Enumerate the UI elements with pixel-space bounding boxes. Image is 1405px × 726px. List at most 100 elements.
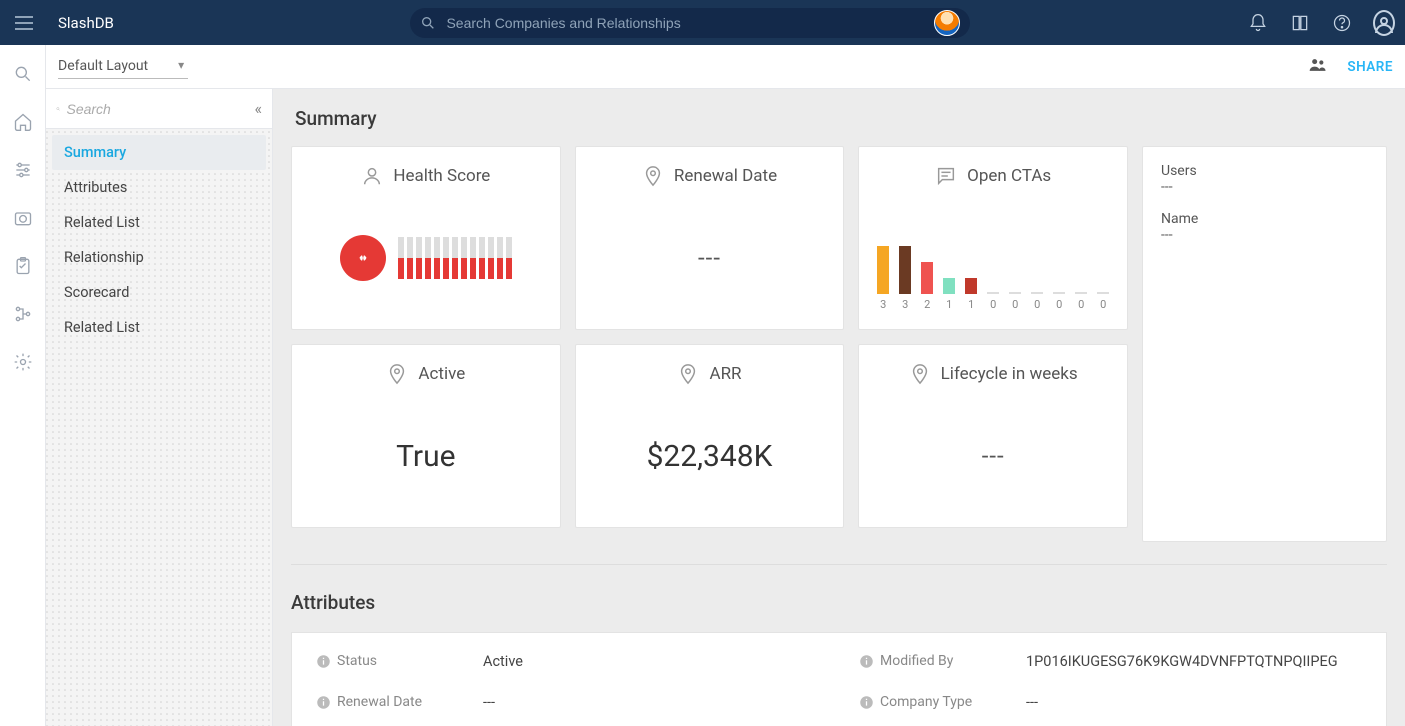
pin-icon	[909, 363, 931, 385]
left-rail	[0, 45, 46, 726]
profile-icon[interactable]	[1373, 12, 1395, 34]
attribute-row: Status Active	[316, 653, 819, 670]
nav-item-attributes[interactable]: Attributes	[52, 170, 266, 205]
section-nav-panel: « Summary Attributes Related List Relati…	[46, 89, 273, 726]
card-open-ctas[interactable]: Open CTAs 33211000000	[858, 146, 1128, 330]
chat-icon	[935, 165, 957, 187]
nav-item-summary[interactable]: Summary	[52, 135, 266, 170]
book-icon[interactable]	[1289, 12, 1311, 34]
side-users-value: ---	[1161, 179, 1368, 195]
share-button[interactable]: SHARE	[1347, 59, 1393, 75]
pin-icon	[642, 165, 664, 187]
pin-icon	[677, 363, 699, 385]
cta-bar	[1097, 292, 1109, 294]
cta-bar-label: 1	[968, 298, 974, 311]
card-title: ARR	[709, 364, 741, 384]
rail-home-icon[interactable]	[12, 111, 34, 133]
cta-bar	[877, 246, 889, 294]
cta-bar-label: 0	[1100, 298, 1106, 311]
people-icon[interactable]	[1307, 55, 1329, 79]
attribute-value: 1P016IKUGESG76K9KGW4DVNFPTQTNPQIIPEG	[1026, 653, 1338, 670]
cta-bar	[1031, 292, 1043, 294]
card-value: $22,348K	[647, 439, 773, 474]
global-search-input[interactable]	[446, 15, 924, 31]
attribute-value: Active	[483, 653, 523, 670]
dashboard-scroll[interactable]: Summary Health Score	[273, 89, 1405, 726]
cta-bar-label: 0	[1034, 298, 1040, 311]
collapse-panel-icon[interactable]: «	[254, 99, 262, 118]
search-icon	[420, 15, 436, 31]
attribute-label: Modified By	[859, 653, 1004, 669]
nav-item-scorecard[interactable]: Scorecard	[52, 275, 266, 310]
attribute-row: Company Type ---	[859, 694, 1362, 711]
topbar: SlashDB	[0, 0, 1405, 45]
rail-search-icon[interactable]	[12, 63, 34, 85]
card-title: Open CTAs	[967, 166, 1051, 186]
cta-bar	[899, 246, 911, 294]
cta-bar	[1009, 292, 1021, 294]
cta-bar	[1053, 292, 1065, 294]
nav-search-input[interactable]	[66, 101, 248, 117]
hamburger-menu[interactable]	[10, 9, 38, 37]
cta-bar	[1075, 292, 1087, 294]
cta-bar-label: 3	[902, 298, 908, 311]
card-health-score[interactable]: Health Score	[291, 146, 561, 330]
rail-camera-icon[interactable]	[12, 207, 34, 229]
cta-bar	[987, 292, 999, 294]
pin-icon	[386, 363, 408, 385]
side-name-label: Name	[1161, 211, 1368, 227]
card-arr[interactable]: ARR $22,348K	[575, 344, 845, 528]
bell-icon[interactable]	[1247, 12, 1269, 34]
attribute-value: ---	[1026, 694, 1038, 711]
card-value: ---	[698, 244, 721, 272]
cta-bar	[921, 262, 933, 294]
attributes-heading: Attributes	[291, 591, 1387, 614]
card-title: Health Score	[393, 166, 490, 186]
health-bars	[398, 237, 512, 279]
attribute-value: ---	[483, 694, 495, 711]
cta-bar-label: 3	[880, 298, 886, 311]
card-value: ---	[982, 442, 1005, 470]
nav-search-icon	[56, 101, 60, 117]
attribute-row: Renewal Date ---	[316, 694, 819, 711]
attribute-label: Company Type	[859, 694, 1004, 710]
attribute-row: Modified By 1P016IKUGESG76K9KGW4DVNFPTQTN…	[859, 653, 1362, 670]
side-panel: Users --- Name ---	[1142, 146, 1387, 542]
card-lifecycle[interactable]: Lifecycle in weeks ---	[858, 344, 1128, 528]
card-title: Active	[418, 364, 465, 384]
global-search[interactable]	[410, 8, 970, 38]
rail-clipboard-icon[interactable]	[12, 255, 34, 277]
card-title: Lifecycle in weeks	[941, 364, 1078, 384]
divider	[291, 564, 1387, 565]
rail-sliders-icon[interactable]	[12, 159, 34, 181]
summary-heading: Summary	[295, 107, 1387, 130]
nav-list: Summary Attributes Related List Relation…	[46, 129, 272, 351]
nav-item-relationship[interactable]: Relationship	[52, 240, 266, 275]
attributes-box: Status Active Modified By 1P016IKUGESG76K9K…	[291, 632, 1387, 726]
side-name-value: ---	[1161, 227, 1368, 243]
nav-item-related-list[interactable]: Related List	[52, 205, 266, 240]
cta-chart: 33211000000	[876, 251, 1110, 311]
health-badge	[340, 235, 386, 281]
card-value: True	[396, 439, 455, 474]
card-active[interactable]: Active True	[291, 344, 561, 528]
search-avatar	[934, 10, 960, 36]
cta-bar-label: 0	[1012, 298, 1018, 311]
nav-item-related-list-2[interactable]: Related List	[52, 310, 266, 345]
rail-hierarchy-icon[interactable]	[12, 303, 34, 325]
layout-select[interactable]: Default Layout	[58, 54, 188, 79]
rail-settings-icon[interactable]	[12, 351, 34, 373]
cta-bar-label: 0	[990, 298, 996, 311]
cta-bar-label: 0	[1078, 298, 1084, 311]
help-icon[interactable]	[1331, 12, 1353, 34]
person-icon	[361, 165, 383, 187]
cta-bar-label: 2	[924, 298, 930, 311]
attribute-label: Renewal Date	[316, 694, 461, 710]
card-renewal-date[interactable]: Renewal Date ---	[575, 146, 845, 330]
app-title: SlashDB	[58, 14, 114, 32]
subheader: Default Layout SHARE	[46, 45, 1405, 89]
cta-bar	[943, 278, 955, 294]
cta-bar	[965, 278, 977, 294]
side-users-label: Users	[1161, 163, 1368, 179]
attribute-label: Status	[316, 653, 461, 669]
